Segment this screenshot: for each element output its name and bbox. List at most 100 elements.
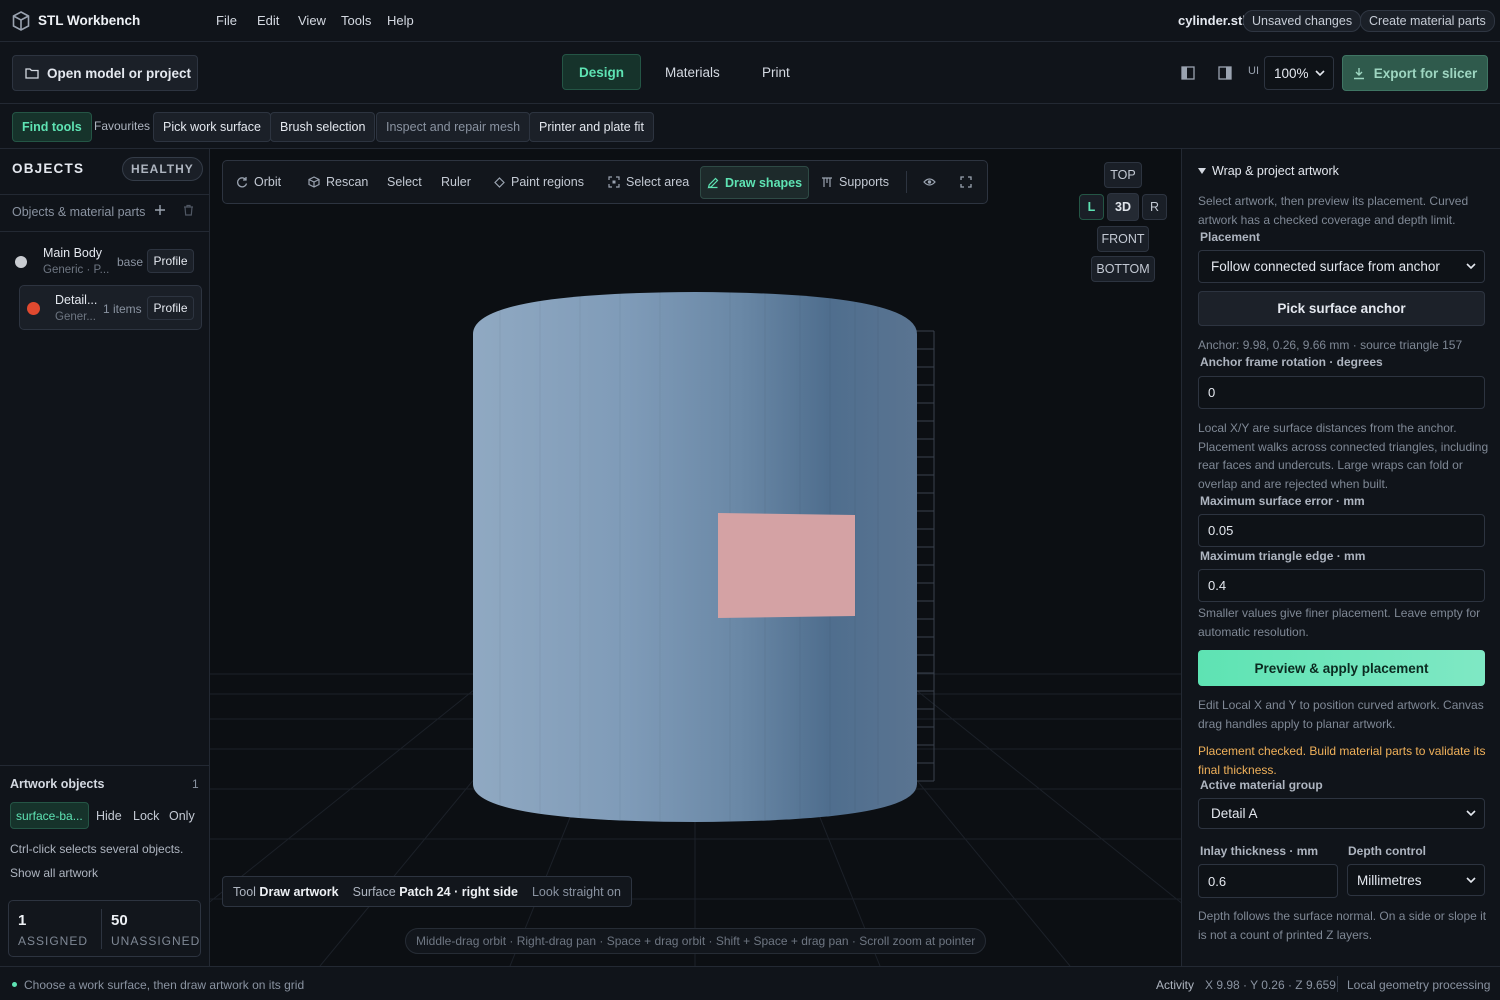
main-toolbar: Open model or project Design Materials P… [0, 42, 1500, 104]
view-left-button[interactable]: L [1079, 194, 1104, 220]
inlay-input[interactable]: 0.6 [1198, 864, 1338, 898]
chevron-down-icon [1466, 810, 1476, 817]
surface-info: Surface Patch 24 · right side [353, 885, 518, 899]
view-top-button[interactable]: TOP [1104, 162, 1142, 188]
select-area-label: Select area [626, 175, 690, 189]
add-part-icon[interactable] [154, 204, 166, 216]
scene-canvas[interactable] [210, 149, 1181, 966]
unsaved-badge: Unsaved changes [1243, 10, 1362, 32]
view-right-button[interactable]: R [1142, 194, 1167, 220]
pick-surface-anchor-button[interactable]: Pick surface anchor [1198, 291, 1485, 326]
menu-edit[interactable]: Edit [257, 13, 279, 28]
open-model-label: Open model or project [47, 65, 192, 81]
objects-panel: OBJECTS HEALTHY Objects & material parts… [0, 149, 210, 966]
favourites-label[interactable]: Favourites [94, 119, 150, 133]
tool-info: Tool Draw artwork [233, 885, 339, 899]
only-button[interactable]: Only [169, 809, 195, 823]
max-edge-input[interactable]: 0.4 [1198, 569, 1485, 602]
depth-help-text: Depth follows the surface normal. On a s… [1198, 909, 1487, 942]
create-material-parts-button[interactable]: Create material parts [1360, 10, 1495, 32]
trash-icon[interactable] [183, 204, 194, 216]
assignment-stats: 1 ASSIGNED 50 UNASSIGNED [8, 900, 201, 957]
profile-button[interactable]: Profile [147, 249, 194, 273]
look-straight-button[interactable]: Look straight on [532, 885, 621, 899]
unassigned-label: UNASSIGNED [111, 934, 201, 948]
parts-label: Objects & material parts [12, 205, 146, 219]
eye-icon[interactable] [923, 177, 936, 187]
ui-zoom-value: 100% [1274, 65, 1309, 81]
rotation-input[interactable]: 0 [1198, 376, 1485, 409]
artwork-count: 1 [192, 777, 199, 791]
rescan-tool[interactable]: Rescan [308, 175, 368, 189]
artwork-chip[interactable]: surface-ba... [10, 802, 89, 829]
paint-regions-tool[interactable]: Paint regions [494, 175, 584, 189]
lock-button[interactable]: Lock [133, 809, 159, 823]
3d-viewport[interactable]: Orbit Rescan Select Ruler Paint regions … [210, 149, 1181, 966]
status-bar: Choose a work surface, then draw artwork… [0, 966, 1500, 1000]
object-sub: Generic · P... [43, 264, 110, 276]
file-name: cylinder.stl [1178, 13, 1246, 28]
depth-select[interactable]: Millimetres [1347, 864, 1485, 896]
object-tag: base [117, 255, 144, 269]
menu-file[interactable]: File [216, 13, 237, 28]
fullscreen-icon[interactable] [960, 176, 972, 188]
object-item-main-body[interactable]: Main Body Generic · P... base Profile [8, 241, 202, 283]
folder-icon [25, 67, 39, 79]
caret-down-icon [1198, 168, 1206, 174]
wrap-section-header[interactable]: Wrap & project artwork [1198, 164, 1339, 178]
artwork-title: Artwork objects [10, 777, 105, 791]
color-swatch [27, 302, 40, 315]
tab-design[interactable]: Design [562, 54, 642, 90]
divider [906, 171, 907, 193]
left-panel-toggle-icon[interactable] [1181, 66, 1195, 80]
orbit-icon [236, 176, 248, 188]
draw-shapes-tool[interactable]: Draw shapes [700, 166, 809, 199]
supports-tool[interactable]: Supports [821, 175, 889, 189]
divider [0, 765, 209, 766]
status-message: Choose a work surface, then draw artwork… [24, 978, 305, 992]
menu-view[interactable]: View [298, 13, 326, 28]
material-select[interactable]: Detail A [1198, 798, 1485, 829]
select-tool[interactable]: Select [387, 175, 422, 189]
menu-help[interactable]: Help [387, 13, 414, 28]
show-all-artwork-link[interactable]: Show all artwork [10, 866, 98, 880]
app-logo-icon [12, 11, 30, 31]
placement-select[interactable]: Follow connected surface from anchor [1198, 250, 1485, 283]
find-tools-button[interactable]: Find tools [12, 112, 92, 142]
depth-value: Millimetres [1357, 872, 1422, 888]
view-front-button[interactable]: FRONT [1097, 226, 1149, 252]
pencil-icon [707, 177, 719, 189]
unassigned-value: 50 [111, 912, 128, 929]
material-value: Detail A [1211, 806, 1258, 821]
chevron-down-icon [1466, 876, 1476, 884]
inspect-repair-button[interactable]: Inspect and repair mesh [376, 112, 531, 142]
view-3d-button[interactable]: 3D [1107, 193, 1139, 221]
material-label: Active material group [1200, 778, 1323, 792]
ruler-tool[interactable]: Ruler [441, 175, 471, 189]
preview-apply-button[interactable]: Preview & apply placement [1198, 650, 1485, 686]
hide-button[interactable]: Hide [96, 809, 122, 823]
orbit-tool[interactable]: Orbit [236, 175, 281, 189]
inlay-label: Inlay thickness · mm [1200, 844, 1319, 858]
placement-warning: Placement checked. Build material parts … [1198, 744, 1486, 777]
tab-materials[interactable]: Materials [649, 54, 736, 90]
max-error-input[interactable]: 0.05 [1198, 514, 1485, 547]
activity-button[interactable]: Activity [1156, 978, 1194, 992]
ctrl-hint: Ctrl-click selects several objects. [10, 842, 184, 856]
brush-selection-button[interactable]: Brush selection [270, 112, 376, 142]
object-item-detail[interactable]: Detail... Gener... 1 items Profile [19, 285, 202, 330]
export-slicer-button[interactable]: Export for slicer [1342, 55, 1488, 91]
ui-zoom-select[interactable]: 100% [1264, 56, 1334, 90]
smaller-help-text: Smaller values give finer placement. Lea… [1198, 606, 1481, 639]
pick-work-surface-button[interactable]: Pick work surface [153, 112, 271, 142]
view-bottom-button[interactable]: BOTTOM [1091, 256, 1155, 282]
surface-info-value: Patch 24 · right side [399, 884, 518, 899]
paint-regions-label: Paint regions [511, 175, 584, 189]
open-model-button[interactable]: Open model or project [12, 55, 198, 91]
tab-print[interactable]: Print [746, 54, 806, 90]
profile-button[interactable]: Profile [147, 296, 194, 320]
select-area-tool[interactable]: Select area [608, 175, 689, 189]
menu-tools[interactable]: Tools [341, 13, 371, 28]
printer-plate-fit-button[interactable]: Printer and plate fit [529, 112, 654, 142]
right-panel-toggle-icon[interactable] [1218, 66, 1232, 80]
